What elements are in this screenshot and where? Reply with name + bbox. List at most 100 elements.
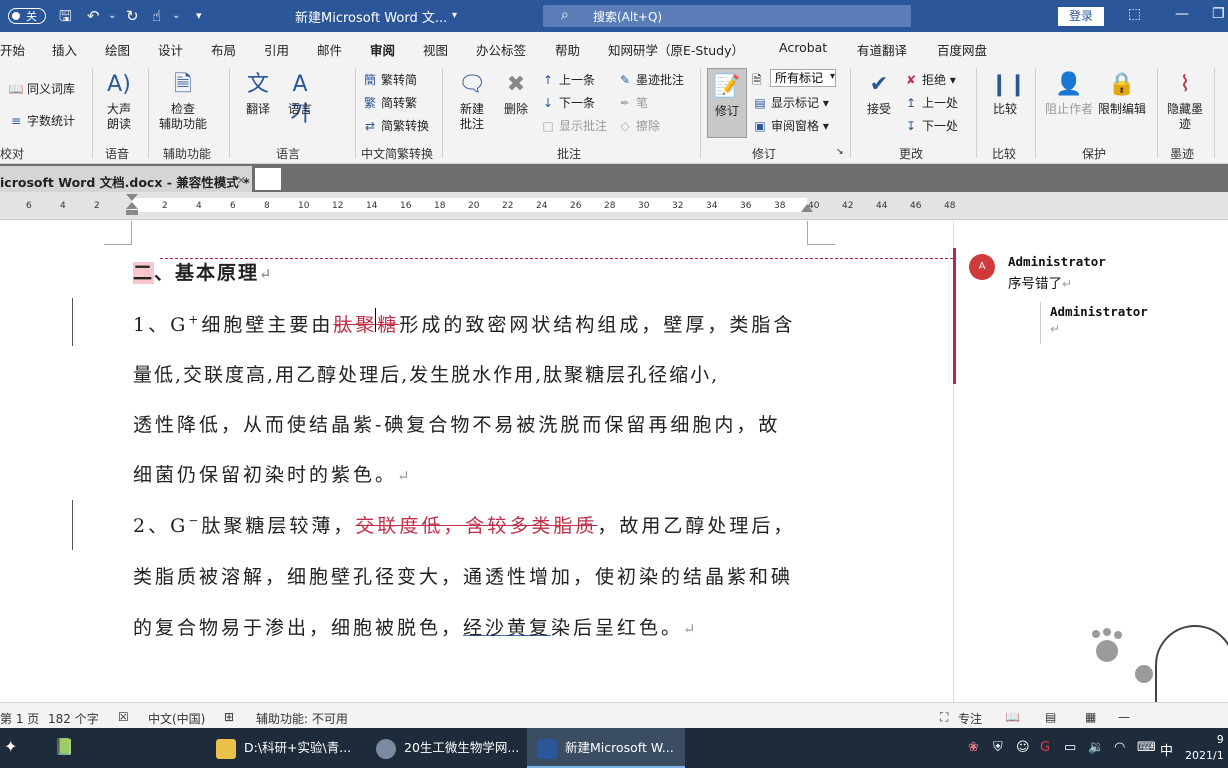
touch-dropdown-icon[interactable]: ⌄ xyxy=(172,7,180,25)
paragraph-2-line-3[interactable]: 的复合物易于渗出，细胞被脱色，经沙黄复染后呈红色。↵ xyxy=(133,613,699,640)
markup-dropdown-icon[interactable]: ▾ xyxy=(830,71,835,82)
web-layout-icon[interactable]: ▦ xyxy=(1085,710,1096,724)
tab-home[interactable]: 开始 xyxy=(0,40,25,59)
right-indent-marker-icon[interactable] xyxy=(800,201,814,213)
deleted-text[interactable]: 交联度低，含较多类脂质 xyxy=(355,515,597,537)
macro-icon[interactable]: ⊞ xyxy=(224,710,234,724)
ribbon-display-icon[interactable]: ⬚ xyxy=(1128,6,1141,22)
close-tab-icon[interactable]: × xyxy=(236,172,246,187)
minimize-icon[interactable]: — xyxy=(1175,6,1189,22)
paragraph-2-line-1[interactable]: 2、G−肽聚糖层较薄，交联度低，含较多类脂质，故用乙醇处理后， xyxy=(133,511,795,538)
tray-g-icon[interactable]: G xyxy=(1040,740,1050,755)
ime-indicator[interactable]: 中 xyxy=(1160,740,1173,759)
review-pane-button[interactable]: ▣ 审阅窗格 ▾ xyxy=(752,117,829,134)
reject-button[interactable]: ✘ 拒绝 ▾ xyxy=(903,71,956,88)
paragraph-1-line-2[interactable]: 量低,交联度高,用乙醇处理后,发生脱水作用,肽聚糖层孔径缩小, xyxy=(133,360,719,387)
tray-flower-icon[interactable]: ❀ xyxy=(968,740,979,755)
convert-button[interactable]: ⇄ 简繁转换 xyxy=(362,117,429,134)
battery-icon[interactable]: ▭ xyxy=(1064,740,1076,755)
track-changes-button[interactable]: 📝 修订 xyxy=(707,72,747,119)
start-icon[interactable]: ✦ xyxy=(4,737,17,756)
taskbar-item-browser[interactable]: 20生工微生物学网... xyxy=(366,728,521,768)
new-tab-button[interactable] xyxy=(255,168,281,190)
tab-insert[interactable]: 插入 xyxy=(52,40,77,59)
erase-button[interactable]: ◇ 擦除 xyxy=(617,117,660,134)
language-status[interactable]: 中文(中国) xyxy=(148,710,205,727)
qq-icon[interactable]: ☺ xyxy=(1016,740,1030,755)
proofing-status-icon[interactable]: ☒ xyxy=(118,710,129,724)
hide-ink-button[interactable]: ⌇ 隐藏墨 迹 xyxy=(1162,70,1208,132)
markup-select[interactable]: 所有标记 xyxy=(770,69,836,87)
translate-button[interactable]: 文翻译 xyxy=(238,70,278,117)
app-icon[interactable]: 📗 xyxy=(54,737,74,756)
restore-icon[interactable]: ❐ xyxy=(1212,6,1225,22)
tab-youdao[interactable]: 有道翻译 xyxy=(857,40,907,59)
reply-paragraph-mark[interactable]: ↵ xyxy=(1050,322,1060,336)
page-number[interactable]: 第 1 页 xyxy=(0,710,39,727)
login-button[interactable]: 登录 xyxy=(1058,7,1104,26)
language-button[interactable]: A가 语言 xyxy=(282,70,318,127)
compare-button[interactable]: ❙❙ 比较 xyxy=(986,70,1027,117)
tab-view[interactable]: 视图 xyxy=(423,40,448,59)
restrict-editing-button[interactable]: 🔒 限制编辑 xyxy=(1096,70,1148,117)
pen-button[interactable]: ✒ 笔 xyxy=(617,94,648,111)
comment-text[interactable]: 序号错了↵ xyxy=(1008,272,1072,292)
redo-icon[interactable]: ↻ xyxy=(126,7,139,25)
block-authors-button[interactable]: 👤 阻止作者 xyxy=(1041,70,1097,117)
commented-text[interactable]: 二 xyxy=(133,262,155,284)
tab-acrobat[interactable]: Acrobat xyxy=(779,40,827,55)
paragraph-1-line-3[interactable]: 透性降低，从而使结晶紫-碘复合物不易被洗脱而保留再细胞内，故 xyxy=(133,410,780,437)
paragraph-1-line-4[interactable]: 细菌仍保留初染时的紫色。↵ xyxy=(133,460,413,487)
next-comment-button[interactable]: ↓ 下一条 xyxy=(540,94,595,111)
accessibility-status[interactable]: 辅助功能: 不可用 xyxy=(256,710,348,727)
prev-change-button[interactable]: ↥ 上一处 xyxy=(903,94,958,111)
tab-mailings[interactable]: 邮件 xyxy=(317,40,342,59)
tab-office-tabs[interactable]: 办公标签 xyxy=(476,40,526,59)
tracking-options-icon[interactable]: ↘ xyxy=(836,147,844,157)
title-dropdown-icon[interactable]: ▾ xyxy=(452,7,457,25)
tab-design[interactable]: 设计 xyxy=(158,40,183,59)
autosave-toggle[interactable]: 关 xyxy=(8,8,46,24)
focus-icon[interactable]: ⛶ xyxy=(940,710,948,725)
prev-comment-button[interactable]: ↑ 上一条 xyxy=(540,71,595,88)
taskbar-item-explorer[interactable]: D:\科研+实验\青... xyxy=(206,728,356,768)
focus-label[interactable]: 专注 xyxy=(958,710,982,727)
word-count[interactable]: 182 个字 xyxy=(48,710,99,727)
next-change-button[interactable]: ↧ 下一处 xyxy=(903,117,958,134)
tab-baidu[interactable]: 百度网盘 xyxy=(937,40,987,59)
read-aloud-button[interactable]: A) 大声 朗读 xyxy=(98,70,140,132)
keyboard-icon[interactable]: ⌨ xyxy=(1137,740,1156,755)
new-comment-button[interactable]: 🗨 新建 批注 xyxy=(452,70,492,132)
tab-draw[interactable]: 绘图 xyxy=(105,40,130,59)
print-layout-icon[interactable]: ▤ xyxy=(1045,710,1056,724)
synonyms-button[interactable]: 📖 同义词库 xyxy=(8,80,76,97)
search-box[interactable]: ⌕ 搜索(Alt+Q) xyxy=(543,5,911,27)
document-tab[interactable]: icrosoft Word 文档.docx - 兼容性模式 * × xyxy=(0,166,252,192)
tab-layout[interactable]: 布局 xyxy=(211,40,236,59)
tab-review[interactable]: 审阅 xyxy=(370,40,396,65)
check-accessibility-button[interactable]: 🗎 检查 辅助功能 xyxy=(152,70,214,132)
tab-references[interactable]: 引用 xyxy=(264,40,289,59)
show-comments-button[interactable]: □ 显示批注 xyxy=(540,117,607,134)
tab-help[interactable]: 帮助 xyxy=(555,40,580,59)
clock[interactable]: 9 2021/1 xyxy=(1185,732,1224,764)
taskbar-item-word[interactable]: 新建Microsoft W... xyxy=(527,728,685,768)
deleted-text[interactable]: 肽聚糖 xyxy=(333,314,399,336)
delete-comment-button[interactable]: ✖ 删除 xyxy=(497,70,535,117)
undo-dropdown-icon[interactable]: ⌄ xyxy=(108,7,116,25)
undo-icon[interactable]: ↶ xyxy=(87,7,100,25)
wifi-icon[interactable]: ◠ xyxy=(1114,740,1125,755)
s2t-button[interactable]: 繁简转繁 xyxy=(362,94,417,111)
accept-button[interactable]: ✔ 接受 xyxy=(860,70,898,117)
show-markup-button[interactable]: ▤ 显示标记 ▾ xyxy=(752,94,829,111)
ink-comment-button[interactable]: ✎ 墨迹批注 xyxy=(617,71,684,88)
customize-qat-icon[interactable]: ▾ xyxy=(196,7,202,25)
paragraph-2-line-2[interactable]: 类脂质被溶解，细胞壁孔径变大，通透性增加，使初染的结晶紫和碘 xyxy=(133,562,793,589)
indent-marker-icon[interactable] xyxy=(124,194,140,218)
heading-line[interactable]: 二、基本原理↵ xyxy=(133,258,274,285)
zoom-out-icon[interactable]: — xyxy=(1118,710,1130,724)
t2s-button[interactable]: 簡繁转简 xyxy=(362,71,417,88)
paragraph-1-line-1[interactable]: 1、G+细胞壁主要由肽聚糖形成的致密网状结构组成，壁厚，类脂含 xyxy=(133,310,795,337)
read-mode-icon[interactable]: 📖 xyxy=(1005,710,1020,724)
shield-icon[interactable]: ⛨ xyxy=(993,740,1003,755)
